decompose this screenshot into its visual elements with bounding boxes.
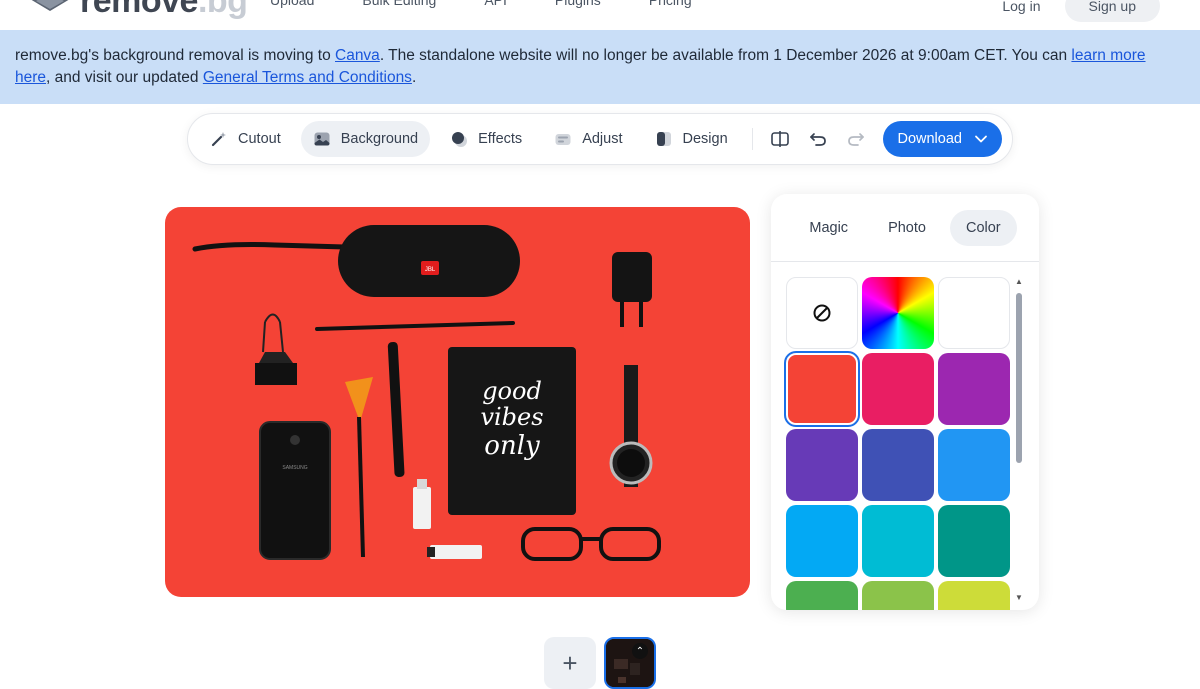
swatch-indigo[interactable]: [862, 429, 934, 501]
signup-button[interactable]: Sign up: [1064, 0, 1160, 22]
swatch-white[interactable]: [938, 277, 1010, 349]
banner-text-3: , and visit our updated: [46, 69, 203, 86]
phone-brand: SAMSUNG: [282, 465, 307, 471]
swatch-custom-color-picker[interactable]: [862, 277, 934, 349]
redo-button[interactable]: [837, 121, 875, 157]
download-label: Download: [897, 131, 962, 147]
nav-link-api[interactable]: API: [484, 0, 507, 8]
swatch-green[interactable]: [786, 581, 858, 610]
swatch-deep-purple[interactable]: [786, 429, 858, 501]
nav-link-pricing[interactable]: Pricing: [649, 0, 692, 8]
tab-color[interactable]: Color: [949, 209, 1017, 246]
tool-cutout[interactable]: Cutout: [198, 121, 293, 157]
swatch-blue[interactable]: [938, 429, 1010, 501]
scroll-down-arrow-icon[interactable]: ▼: [1015, 593, 1023, 602]
tab-photo[interactable]: Photo: [872, 210, 942, 246]
swatch-light-green[interactable]: [862, 581, 934, 610]
tab-magic[interactable]: Magic: [793, 210, 864, 246]
tool-label: Adjust: [582, 131, 623, 147]
compare-icon: [770, 131, 789, 147]
chevron-up-icon[interactable]: ⌃: [632, 643, 648, 659]
banner-text-2: . The standalone website will no longer …: [379, 47, 1072, 64]
nav-link-upload[interactable]: Upload: [270, 0, 314, 8]
background-panel: Magic Photo Color ▲ ▼: [771, 194, 1039, 610]
swatch-purple[interactable]: [938, 353, 1010, 425]
nav-link-plugins[interactable]: Plugins: [555, 0, 601, 8]
logo[interactable]: remove.bg: [30, 0, 248, 21]
swatch-light-blue[interactable]: [786, 505, 858, 577]
toolbar-divider: [751, 128, 753, 150]
speaker-brand: JBL: [425, 267, 436, 273]
swatch-pink[interactable]: [862, 353, 934, 425]
design-icon: [656, 132, 671, 146]
magic-wand-icon: [211, 132, 226, 147]
swatch-none[interactable]: [786, 277, 858, 349]
compare-button[interactable]: [761, 121, 799, 157]
color-swatch-grid: [784, 277, 1011, 610]
redo-icon: [848, 133, 865, 146]
swatch-lime[interactable]: [938, 581, 1010, 610]
add-image-button[interactable]: +: [544, 637, 596, 689]
image-icon: [314, 132, 330, 146]
effects-icon: [452, 132, 468, 147]
tool-label: Cutout: [238, 131, 281, 147]
download-button[interactable]: Download: [883, 121, 1002, 157]
logo-mark-icon: [32, 0, 68, 11]
banner-text-1: remove.bg's background removal is moving…: [15, 47, 335, 64]
nav-link-bulk-editing[interactable]: Bulk Editing: [362, 0, 436, 8]
no-color-icon: [813, 304, 831, 322]
logo-text: remove.bg: [80, 0, 248, 20]
plus-icon: +: [562, 647, 578, 678]
undo-button[interactable]: [799, 121, 837, 157]
notebook-text-line-3: only: [484, 431, 540, 461]
banner-text-4: .: [411, 69, 417, 86]
terms-link[interactable]: General Terms and Conditions: [203, 69, 412, 86]
chevron-down-icon: [975, 135, 987, 143]
panel-scrollbar[interactable]: ▲ ▼: [1015, 277, 1023, 602]
tool-label: Background: [340, 131, 419, 147]
notebook-text-line-1: good: [482, 377, 542, 405]
tool-adjust[interactable]: Adjust: [542, 121, 634, 157]
tool-label: Design: [682, 131, 728, 147]
tool-effects[interactable]: Effects: [438, 121, 534, 157]
swatch-red[interactable]: [784, 351, 860, 427]
undo-icon: [810, 133, 826, 146]
adjust-icon: [555, 134, 571, 145]
nav-account: Log in Sign up: [1002, 0, 1160, 22]
panel-tabs: Magic Photo Color: [771, 194, 1039, 262]
tool-background[interactable]: Background: [300, 121, 431, 157]
migration-banner: remove.bg's background removal is moving…: [0, 30, 1200, 104]
top-navigation: remove.bg Upload Bulk Editing API Plugin…: [0, 0, 1200, 30]
editor-toolbar: Cutout Background Effects Adjust Design: [187, 113, 1013, 165]
swatch-teal[interactable]: [938, 505, 1010, 577]
tool-design[interactable]: Design: [643, 121, 740, 157]
image-canvas[interactable]: JBL SAMSUNG good vibes only: [165, 207, 750, 597]
login-link[interactable]: Log in: [1002, 0, 1040, 14]
nav-links: Upload Bulk Editing API Plugins Pricing: [270, 0, 692, 8]
notebook-text-line-2: vibes: [480, 403, 543, 431]
canva-link[interactable]: Canva: [335, 47, 380, 64]
thumbnail-preview: [606, 639, 654, 687]
product-flatlay-image: JBL SAMSUNG good vibes only: [192, 225, 661, 561]
scrollbar-thumb[interactable]: [1016, 293, 1022, 463]
tool-label: Effects: [478, 131, 523, 147]
image-thumbnail[interactable]: ⌃: [604, 637, 656, 689]
scroll-up-arrow-icon[interactable]: ▲: [1015, 277, 1023, 286]
swatch-cyan[interactable]: [862, 505, 934, 577]
